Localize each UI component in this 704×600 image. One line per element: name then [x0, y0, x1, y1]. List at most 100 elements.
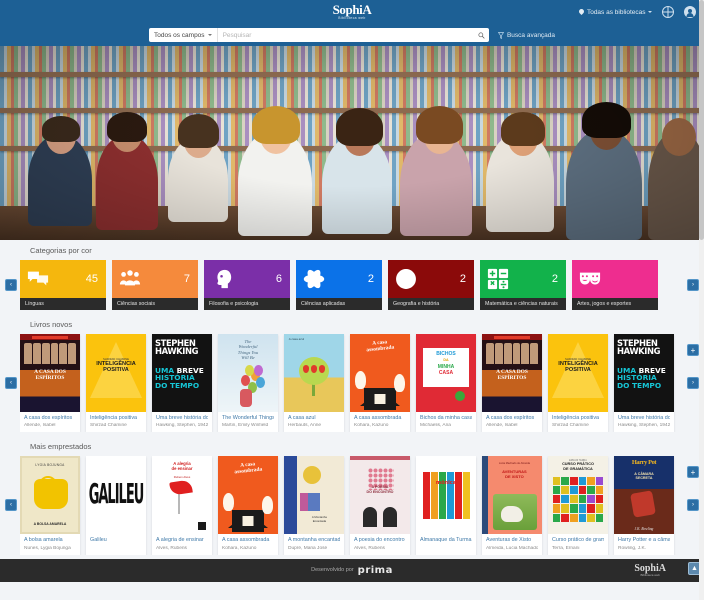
book-card[interactable]: GALILEU Galileu: [86, 456, 146, 555]
category-card[interactable]: 2 Geografia e história: [388, 260, 474, 310]
book-card[interactable]: A CASA DOS ESPÍRITOS A casa dos espíritos…: [20, 334, 80, 433]
category-count: 2: [367, 273, 374, 285]
book-card[interactable]: Lúcia Machado de Almeida AVENTURAS DE XIS…: [482, 456, 542, 555]
book-card[interactable]: A casa azul A casa azul Herbauts, Anne: [284, 334, 344, 433]
search-field-label: Todos os campos: [153, 31, 205, 39]
page-footer: Desenvolvido por prima SophiA Biblioteca…: [0, 558, 704, 582]
category-count: 2: [551, 273, 558, 285]
book-title: A casa dos espíritos: [24, 415, 73, 421]
book-author: Nunes, Lygia Bojunga: [24, 545, 71, 551]
book-card[interactable]: A casa assombrada A casa assombrada Kohar…: [350, 334, 410, 433]
book-meta: A casa dos espíritos Allende, Isabel: [482, 412, 542, 432]
book-title: Galileu: [90, 537, 107, 544]
book-cover: A CASA DOS ESPÍRITOS: [20, 334, 80, 412]
book-meta: Inteligência positiva Shirzad Chamine: [86, 412, 146, 432]
category-card[interactable]: 7 Ciências sociais: [112, 260, 198, 310]
book-author: Terra, Ernani: [552, 545, 580, 551]
book-card[interactable]: INTELIGÊNCIA POSITIVA SHIRZAD CHAMINE Int…: [86, 334, 146, 433]
new-books-prev-button[interactable]: ‹: [5, 377, 17, 390]
book-title: Inteligência positiva: [90, 415, 138, 421]
hero-vignette: [0, 46, 704, 240]
book-author: Hawking, Stephen, 1942-: [618, 423, 670, 429]
most-borrowed-next-button[interactable]: ›: [687, 499, 699, 512]
scrollbar-thumb[interactable]: [699, 0, 704, 240]
book-meta: Aventuras de Xisto Almeida, Lucia Machad…: [482, 534, 542, 554]
book-card[interactable]: LYGIA BOJUNGA A BOLSA AMARELA A bolsa am…: [20, 456, 80, 555]
categories-row: 45 Línguas 7 Ciências sociais 6 Filosofi…: [20, 260, 684, 310]
book-cover: A POESIA DO ENCONTRO: [350, 456, 410, 535]
book-meta: The Wonderful Things You Will Be Martin,…: [218, 412, 278, 432]
book-author: Allende, Isabel: [24, 423, 56, 429]
book-author: Michaelis, Ana: [420, 423, 451, 429]
most-borrowed-expand-button[interactable]: +: [687, 466, 699, 479]
category-card[interactable]: 2 Matemática e ciências naturais: [480, 260, 566, 310]
top-navigation-bar: SophiA Biblioteca web Todas as bibliotec…: [0, 0, 704, 24]
book-title: A casa assombrada: [354, 415, 402, 421]
book-author: Shirzad Chamine: [552, 423, 589, 429]
categories-section: Categorias por cor ‹ › 45 Línguas 7 Ciên…: [0, 240, 704, 314]
book-card[interactable]: A POESIA DO ENCONTRO A poesia do encontro…: [350, 456, 410, 555]
book-title: Harry Potter e a câmara secreta: [618, 537, 670, 544]
search-icon[interactable]: [475, 28, 489, 42]
search-input[interactable]: [217, 28, 475, 42]
book-card[interactable]: INTELIGÊNCIA POSITIVA SHIRZAD CHAMINE Int…: [548, 334, 608, 433]
book-card[interactable]: Harry Pot A CÂMARA SECRETA J.K. Rowling H…: [614, 456, 674, 555]
book-card[interactable]: The Wonderful Things You Will Be The Wonder…: [218, 334, 278, 433]
search-field-selector[interactable]: Todos os campos: [149, 28, 218, 42]
book-cover: INTELIGÊNCIA POSITIVA SHIRZAD CHAMINE: [548, 334, 608, 412]
category-count: 7: [183, 273, 190, 285]
category-count: 45: [85, 273, 98, 285]
category-card[interactable]: 6 Filosofia e psicologia: [204, 260, 290, 310]
category-card[interactable]: 45 Línguas: [20, 260, 106, 310]
category-card[interactable]: Artes, jogos e esportes: [572, 260, 658, 310]
most-borrowed-prev-button[interactable]: ‹: [5, 499, 17, 512]
book-card[interactable]: A alegria de ensinar Rubem Alves A alegri…: [152, 456, 212, 555]
chevron-down-icon: [648, 11, 652, 13]
top-bar-actions: Todas as bibliotecas: [579, 0, 696, 24]
categories-next-button[interactable]: ›: [687, 279, 699, 291]
book-card[interactable]: mônica Almanaque da Turma da Mônica: [416, 456, 476, 555]
book-meta: A casa azul Herbauts, Anne: [284, 412, 344, 432]
book-card[interactable]: A Montanha Encantada A montanha encantada…: [284, 456, 344, 555]
book-meta: Inteligência positiva Shirzad Chamine: [548, 412, 608, 432]
new-books-next-button[interactable]: ›: [687, 377, 699, 390]
book-title: A casa azul: [288, 415, 316, 421]
book-card[interactable]: STEPHEN HAWKING UMA BREVE HISTÓRIA DO TEMPO…: [152, 334, 212, 433]
page-scrollbar[interactable]: [699, 0, 704, 600]
library-selector[interactable]: Todas as bibliotecas: [579, 9, 652, 16]
book-cover: A casa assombrada: [218, 456, 278, 535]
new-books-carousel: ‹ › + A CASA DOS ESPÍRITOS A casa dos esp…: [0, 334, 704, 433]
search-box: Todos os campos: [148, 28, 489, 42]
category-label: Ciências aplicadas: [296, 298, 382, 310]
book-cover: The Wonderful Things You Will Be: [218, 334, 278, 412]
book-card[interactable]: STEPHEN HAWKING UMA BREVE HISTÓRIA DO TEMPO…: [614, 334, 674, 433]
book-author: Kohara, Kazuno: [222, 545, 257, 551]
book-card[interactable]: BICHOS DA MINHA CASA Bichos da minha casa M…: [416, 334, 476, 433]
advanced-search-button[interactable]: Busca avançada: [497, 32, 555, 39]
calculator-icon: [487, 268, 509, 290]
category-card[interactable]: 2 Ciências aplicadas: [296, 260, 382, 310]
book-card[interactable]: CURSO PRÁTICO DE GRAMÁTICA ERNANI TERRA C…: [548, 456, 608, 555]
book-title: A alegria de ensinar: [156, 537, 204, 544]
prima-logo[interactable]: prima: [358, 565, 393, 576]
book-cover: Lúcia Machado de Almeida AVENTURAS DE XIS…: [482, 456, 542, 535]
footer-logo-text: SophiA: [634, 562, 666, 574]
book-cover: STEPHEN HAWKING UMA BREVE HISTÓRIA DO TEMPO: [614, 334, 674, 412]
book-cover: Harry Pot A CÂMARA SECRETA J.K. Rowling: [614, 456, 674, 535]
book-card[interactable]: A casa assombrada A casa assombrada Kohar…: [218, 456, 278, 555]
new-books-title: Livros novos: [30, 320, 73, 329]
user-avatar-icon[interactable]: [684, 6, 696, 18]
globe-icon[interactable]: [662, 6, 674, 18]
location-pin-icon: [579, 9, 584, 16]
book-meta: Bichos da minha casa Michaelis, Ana: [416, 412, 476, 432]
theater-masks-icon: [579, 268, 601, 290]
book-cover: A casa azul: [284, 334, 344, 412]
categories-prev-button[interactable]: ‹: [5, 279, 17, 291]
footer-sophia-logo[interactable]: SophiA Biblioteca web: [634, 562, 666, 577]
categories-title: Categorias por cor: [30, 246, 92, 255]
book-card[interactable]: A CASA DOS ESPÍRITOS A casa dos espíritos…: [482, 334, 542, 433]
category-count: 2: [459, 273, 466, 285]
new-books-expand-button[interactable]: +: [687, 344, 699, 356]
book-author: Alves, Rubens: [354, 545, 385, 551]
sophia-logo[interactable]: SophiA Biblioteca web: [333, 3, 372, 20]
